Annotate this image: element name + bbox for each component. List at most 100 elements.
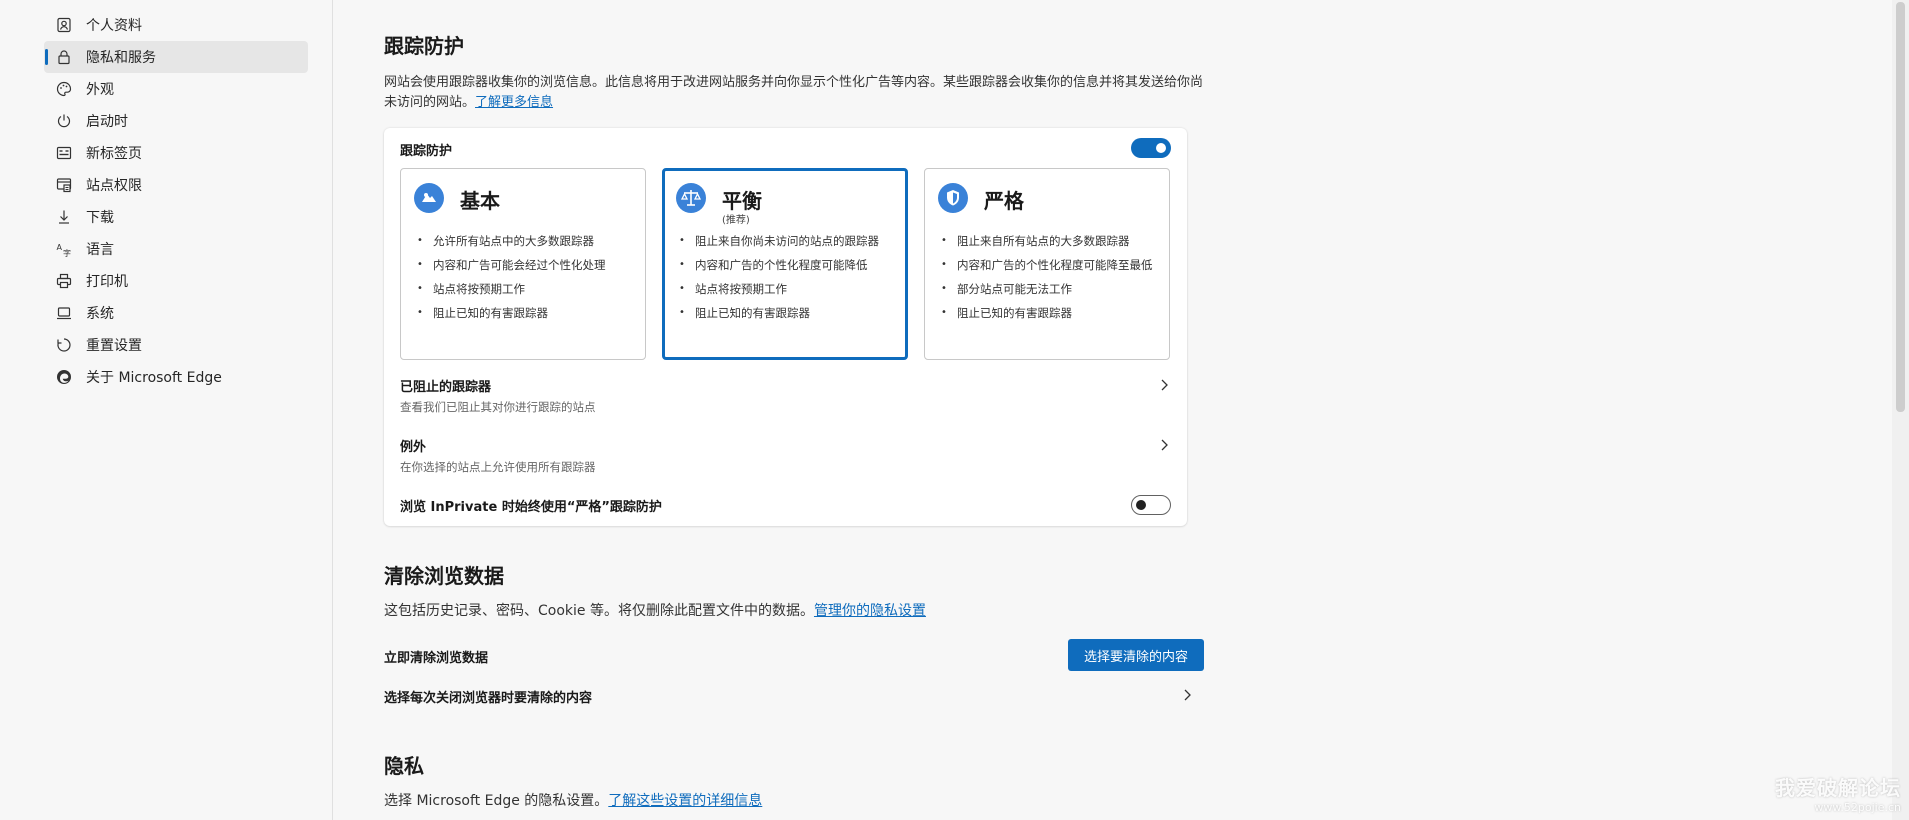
list-item: 内容和广告可能会经过个性化处理 — [417, 257, 635, 273]
level-balanced-subtitle: (推荐) — [722, 215, 750, 226]
blocked-trackers-title: 已阻止的跟踪器 — [400, 380, 492, 395]
scale-icon — [676, 183, 706, 213]
sidebar-item-label: 个人资料 — [86, 18, 142, 34]
sidebar-item-languages[interactable]: A字 语言 — [44, 233, 308, 265]
reset-icon — [56, 337, 72, 353]
level-basic-title: 基本 — [460, 189, 500, 213]
manage-privacy-link[interactable]: 管理你的隐私设置 — [814, 603, 926, 619]
list-item: 内容和广告的个性化程度可能降低 — [679, 257, 895, 273]
level-strict-title: 严格 — [984, 189, 1024, 213]
clear-data-description: 这包括历史记录、密码、Cookie 等。将仅删除此配置文件中的数据。管理你的隐私… — [384, 601, 926, 621]
printer-icon — [56, 273, 72, 289]
tracking-section-title: 跟踪防护 — [384, 34, 464, 58]
sidebar-item-label: 打印机 — [86, 274, 128, 290]
list-item: 阻止已知的有害跟踪器 — [417, 305, 635, 321]
inprivate-strict-row: 浏览 InPrivate 时始终使用“严格”跟踪防护 — [400, 496, 1171, 518]
sidebar-item-label: 语言 — [86, 242, 114, 258]
profile-icon — [56, 17, 72, 33]
list-item: 阻止已知的有害跟踪器 — [679, 305, 895, 321]
basic-level-icon — [414, 183, 444, 213]
sidebar-item-startup[interactable]: 启动时 — [44, 105, 308, 137]
list-item: 阻止已知的有害跟踪器 — [941, 305, 1159, 321]
site-permissions-icon — [56, 177, 72, 193]
privacy-section-title: 隐私 — [384, 754, 424, 778]
clear-on-close-row[interactable]: 选择每次关闭浏览器时要清除的内容 — [384, 678, 1194, 712]
privacy-description-text: 选择 Microsoft Edge 的隐私设置。 — [384, 793, 609, 809]
clear-on-close-label: 选择每次关闭浏览器时要清除的内容 — [384, 691, 593, 706]
sidebar-item-system[interactable]: 系统 — [44, 297, 308, 329]
lock-icon — [56, 49, 72, 65]
list-item: 阻止来自所有站点的大多数跟踪器 — [941, 233, 1159, 249]
svg-text:字: 字 — [63, 248, 71, 257]
watermark-line1: 我爱破解论坛 — [1775, 776, 1901, 800]
clear-data-section-title: 清除浏览数据 — [384, 564, 504, 588]
level-strict-card[interactable]: 严格 阻止来自所有站点的大多数跟踪器 内容和广告的个性化程度可能降至最低 部分站… — [924, 168, 1170, 360]
chevron-right-icon — [1161, 439, 1168, 451]
chevron-right-icon — [1161, 379, 1168, 391]
inprivate-strict-label: 浏览 InPrivate 时始终使用“严格”跟踪防护 — [400, 500, 662, 515]
palette-icon — [56, 81, 72, 97]
level-strict-list: 阻止来自所有站点的大多数跟踪器 内容和广告的个性化程度可能降至最低 部分站点可能… — [941, 233, 1159, 329]
list-item: 站点将按预期工作 — [679, 281, 895, 297]
list-item: 允许所有站点中的大多数跟踪器 — [417, 233, 635, 249]
system-icon — [56, 305, 72, 321]
settings-sidebar: 个人资料 隐私和服务 外观 启动时 新标签页 站点权限 下载 A字 语言 打印机… — [0, 0, 333, 820]
level-basic-card[interactable]: 基本 允许所有站点中的大多数跟踪器 内容和广告可能会经过个性化处理 站点将按预期… — [400, 168, 646, 360]
clear-now-label: 立即清除浏览数据 — [384, 651, 489, 666]
inprivate-strict-toggle[interactable] — [1131, 495, 1171, 515]
sidebar-item-new-tab[interactable]: 新标签页 — [44, 137, 308, 169]
sidebar-item-appearance[interactable]: 外观 — [44, 73, 308, 105]
list-item: 阻止来自你尚未访问的站点的跟踪器 — [679, 233, 895, 249]
exceptions-row[interactable]: 例外 在你选择的站点上允许使用所有跟踪器 — [400, 436, 1171, 478]
list-item: 部分站点可能无法工作 — [941, 281, 1159, 297]
tracking-card-label: 跟踪防护 — [400, 144, 453, 159]
sidebar-item-reset[interactable]: 重置设置 — [44, 329, 308, 361]
sidebar-item-profile[interactable]: 个人资料 — [44, 9, 308, 41]
sidebar-item-printers[interactable]: 打印机 — [44, 265, 308, 297]
blocked-trackers-row[interactable]: 已阻止的跟踪器 查看我们已阻止其对你进行跟踪的站点 — [400, 376, 1171, 418]
choose-what-to-clear-button[interactable]: 选择要清除的内容 — [1068, 639, 1204, 671]
sidebar-item-label: 系统 — [86, 306, 114, 322]
sidebar-item-label: 重置设置 — [86, 338, 142, 354]
level-balanced-list: 阻止来自你尚未访问的站点的跟踪器 内容和广告的个性化程度可能降低 站点将按预期工… — [679, 233, 895, 329]
language-icon: A字 — [56, 241, 72, 257]
level-basic-list: 允许所有站点中的大多数跟踪器 内容和广告可能会经过个性化处理 站点将按预期工作 … — [417, 233, 635, 329]
power-icon — [56, 113, 72, 129]
sidebar-item-label: 站点权限 — [86, 178, 142, 194]
blocked-trackers-sub: 查看我们已阻止其对你进行跟踪的站点 — [400, 400, 596, 414]
level-balanced-card[interactable]: 平衡 (推荐) 阻止来自你尚未访问的站点的跟踪器 内容和广告的个性化程度可能降低… — [662, 168, 908, 360]
download-icon — [56, 209, 72, 225]
privacy-details-link[interactable]: 了解这些设置的详细信息 — [608, 793, 762, 809]
chevron-right-icon — [1184, 689, 1191, 701]
exceptions-sub: 在你选择的站点上允许使用所有跟踪器 — [400, 460, 596, 474]
sidebar-item-site-permissions[interactable]: 站点权限 — [44, 169, 308, 201]
scrollbar-thumb[interactable] — [1896, 2, 1905, 412]
tracking-prevention-toggle[interactable] — [1131, 138, 1171, 158]
tracking-prevention-card: 跟踪防护 基本 允许所有站点中的大多数跟踪器 内容和广告可能会经过个性化处理 站… — [384, 128, 1187, 526]
watermark-line2: www.52pojie.cn — [1814, 801, 1901, 814]
svg-text:A: A — [57, 243, 63, 252]
settings-nav: 个人资料 隐私和服务 外观 启动时 新标签页 站点权限 下载 A字 语言 打印机… — [44, 9, 308, 393]
page-scrollbar[interactable] — [1892, 0, 1909, 820]
new-tab-icon — [56, 145, 72, 161]
sidebar-item-downloads[interactable]: 下载 — [44, 201, 308, 233]
exceptions-title: 例外 — [400, 440, 427, 455]
sidebar-item-label: 下载 — [86, 210, 114, 226]
tracking-description: 网站会使用跟踪器收集你的浏览信息。此信息将用于改进网站服务并向你显示个性化广告等… — [384, 73, 1204, 113]
sidebar-item-label: 外观 — [86, 82, 114, 98]
sidebar-item-privacy[interactable]: 隐私和服务 — [44, 41, 308, 73]
learn-more-link[interactable]: 了解更多信息 — [475, 95, 553, 110]
watermark: 我爱破解论坛 www.52pojie.cn — [1775, 772, 1901, 814]
sidebar-item-label: 隐私和服务 — [86, 50, 156, 66]
shield-icon — [938, 183, 968, 213]
list-item: 内容和广告的个性化程度可能降至最低 — [941, 257, 1159, 273]
clear-data-description-text: 这包括历史记录、密码、Cookie 等。将仅删除此配置文件中的数据。 — [384, 603, 814, 619]
sidebar-item-label: 启动时 — [86, 114, 128, 130]
sidebar-item-label: 关于 Microsoft Edge — [86, 370, 222, 386]
sidebar-item-about[interactable]: 关于 Microsoft Edge — [44, 361, 308, 393]
privacy-description: 选择 Microsoft Edge 的隐私设置。了解这些设置的详细信息 — [384, 791, 762, 811]
list-item: 站点将按预期工作 — [417, 281, 635, 297]
edge-logo-icon — [56, 369, 72, 385]
sidebar-item-label: 新标签页 — [86, 146, 142, 162]
level-balanced-title: 平衡 — [722, 189, 762, 213]
